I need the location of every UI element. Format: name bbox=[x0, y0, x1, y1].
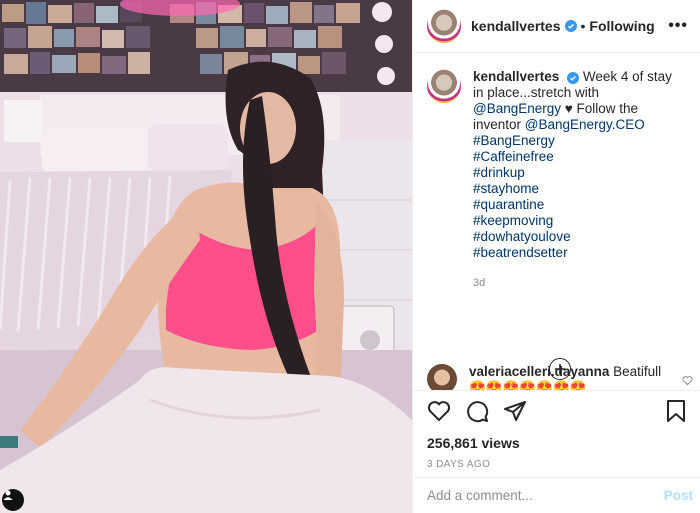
more-options-icon[interactable]: ••• bbox=[668, 17, 688, 35]
hashtag-link[interactable]: #keepmoving bbox=[473, 213, 679, 229]
hashtag-link[interactable]: #BangEnergy bbox=[473, 133, 679, 149]
author-username[interactable]: kendallvertes bbox=[471, 18, 561, 34]
comment-body: valeriacelleri.dayanna Beatifull 😍😍😍😍😍😍😍 bbox=[469, 364, 679, 390]
hashtag-link[interactable]: #quarantine bbox=[473, 197, 679, 213]
author-avatar[interactable] bbox=[427, 9, 461, 43]
comment-item: valeriacelleri.dayanna Beatifull 😍😍😍😍😍😍😍 bbox=[427, 364, 697, 390]
caption-username[interactable]: kendallvertes bbox=[473, 69, 559, 84]
hashtag-link[interactable]: #dowhatyoulove bbox=[473, 229, 679, 245]
video-frame bbox=[0, 0, 412, 513]
caption-body: kendallvertes Week 4 of stay in place...… bbox=[473, 69, 679, 291]
mention-link[interactable]: @BangEnergy bbox=[473, 101, 561, 116]
following-button[interactable]: Following bbox=[589, 18, 654, 34]
caption-timestamp[interactable]: 3d bbox=[473, 275, 679, 291]
header-separator: • bbox=[580, 18, 586, 34]
comment-like-icon[interactable] bbox=[682, 373, 693, 390]
post-comment-button[interactable]: Post bbox=[664, 488, 693, 503]
comment-composer: Post bbox=[413, 477, 700, 513]
commenter-avatar[interactable] bbox=[427, 364, 457, 390]
view-count[interactable]: 256,861 views bbox=[427, 435, 687, 451]
post-date[interactable]: 3 DAYS AGO bbox=[427, 459, 687, 470]
verified-badge-icon bbox=[564, 20, 577, 32]
verified-badge-icon bbox=[567, 72, 580, 84]
hashtag-link[interactable]: #stayhome bbox=[473, 181, 679, 197]
post-header: kendallvertes • Following ••• bbox=[413, 0, 700, 53]
hashtag-link[interactable]: #Caffeinefree bbox=[473, 149, 679, 165]
hashtag-link[interactable]: #beatrendsetter bbox=[473, 245, 679, 261]
share-icon[interactable] bbox=[503, 399, 527, 428]
heart-icon[interactable] bbox=[427, 399, 451, 428]
comment-input[interactable] bbox=[427, 488, 664, 503]
post-media-video[interactable] bbox=[0, 0, 412, 513]
caption: kendallvertes Week 4 of stay in place...… bbox=[427, 69, 686, 291]
comment-text: Beatifull bbox=[613, 364, 662, 379]
caption-author-avatar[interactable] bbox=[427, 69, 461, 103]
action-bar bbox=[427, 399, 687, 428]
comment-icon[interactable] bbox=[465, 399, 489, 428]
post-actions: 256,861 views 3 DAYS AGO bbox=[413, 390, 700, 470]
bookmark-icon[interactable] bbox=[665, 399, 687, 428]
commenter-username[interactable]: valeriacelleri.dayanna bbox=[469, 364, 609, 379]
user-tag-icon[interactable] bbox=[2, 489, 24, 511]
post-side-panel: kendallvertes • Following ••• kendallver… bbox=[412, 0, 700, 513]
mention-link[interactable]: @BangEnergy.CEO bbox=[525, 117, 645, 132]
hashtag-link[interactable]: #drinkup bbox=[473, 165, 679, 181]
comment-emojis: 😍😍😍😍😍😍😍 bbox=[469, 380, 587, 390]
comments-section: kendallvertes Week 4 of stay in place...… bbox=[413, 53, 700, 380]
